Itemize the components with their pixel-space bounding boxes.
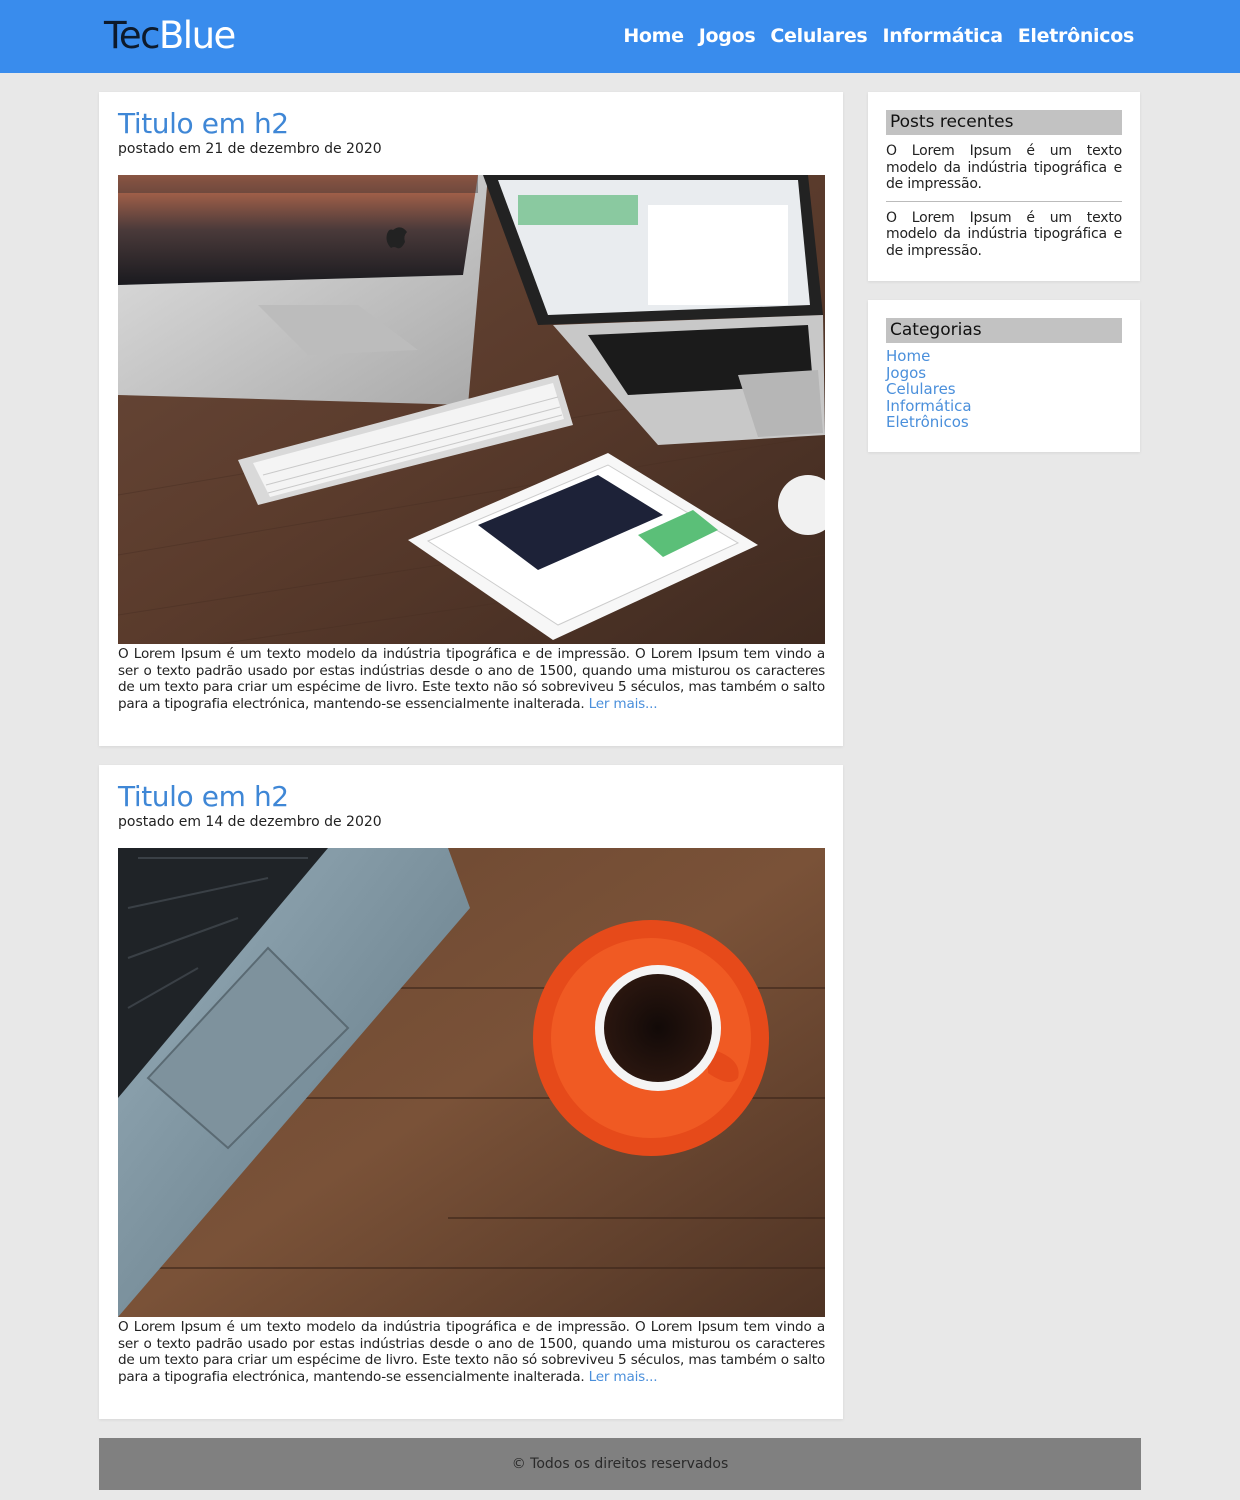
main-nav: Home Jogos Celulares Informática Eletrôn… (623, 23, 1134, 49)
recent-posts-title: Posts recentes (886, 110, 1122, 135)
recent-posts-widget: Posts recentes O Lorem Ipsum é um texto … (868, 92, 1140, 281)
nav-celulares[interactable]: Celulares (770, 23, 867, 49)
nav-home[interactable]: Home (623, 23, 684, 49)
post-title[interactable]: Titulo em h2 (118, 106, 825, 142)
blog-post: Titulo em h2 postado em 14 de dezembro d… (99, 765, 843, 1419)
read-more-link[interactable]: Ler mais... (589, 696, 658, 712)
categories-title: Categorias (886, 318, 1122, 343)
read-more-link[interactable]: Ler mais... (589, 1369, 658, 1385)
blog-post: Titulo em h2 postado em 21 de dezembro d… (99, 92, 843, 746)
post-date: postado em 21 de dezembro de 2020 (118, 141, 382, 157)
nav-eletronicos[interactable]: Eletrônicos (1018, 23, 1135, 49)
logo-light-text: Blue (158, 14, 236, 57)
post-body: O Lorem Ipsum é um texto modelo da indús… (118, 1319, 825, 1385)
category-link-home[interactable]: Home (886, 348, 1122, 365)
category-link-jogos[interactable]: Jogos (886, 364, 1122, 382)
laptop-coffee-photo (118, 848, 825, 1317)
categories-widget: Categorias Home Jogos Celulares Informát… (868, 300, 1140, 452)
category-item: Celulares (886, 381, 1122, 398)
post-date: postado em 14 de dezembro de 2020 (118, 814, 382, 830)
recent-post-item[interactable]: O Lorem Ipsum é um texto modelo da indús… (886, 135, 1122, 201)
post-title[interactable]: Titulo em h2 (118, 779, 825, 815)
categories-list: Home Jogos Celulares Informática Eletrôn… (886, 348, 1122, 431)
category-link-eletronicos[interactable]: Eletrônicos (886, 414, 1122, 431)
category-item: Eletrônicos (886, 414, 1122, 431)
category-item: Jogos (886, 364, 1122, 382)
desk-devices-photo (118, 175, 825, 644)
post-excerpt: O Lorem Ipsum é um texto modelo da indús… (118, 646, 825, 712)
nav-informatica[interactable]: Informática (882, 23, 1003, 49)
post-excerpt: O Lorem Ipsum é um texto modelo da indús… (118, 1319, 825, 1385)
site-logo[interactable]: TecBlue (104, 14, 236, 58)
recent-post-item[interactable]: O Lorem Ipsum é um texto modelo da indús… (886, 200, 1122, 268)
category-item: Home (886, 348, 1122, 365)
site-footer: © Todos os direitos reservados (99, 1438, 1141, 1490)
footer-copyright: © Todos os direitos reservados (511, 1456, 729, 1472)
logo-dark-text: Tec (104, 14, 160, 57)
site-header: TecBlue Home Jogos Celulares Informática… (0, 0, 1240, 73)
category-link-informatica[interactable]: Informática (886, 397, 1122, 415)
category-link-celulares[interactable]: Celulares (886, 381, 1122, 398)
category-item: Informática (886, 397, 1122, 415)
nav-jogos[interactable]: Jogos (699, 23, 756, 49)
post-body: O Lorem Ipsum é um texto modelo da indús… (118, 646, 825, 712)
